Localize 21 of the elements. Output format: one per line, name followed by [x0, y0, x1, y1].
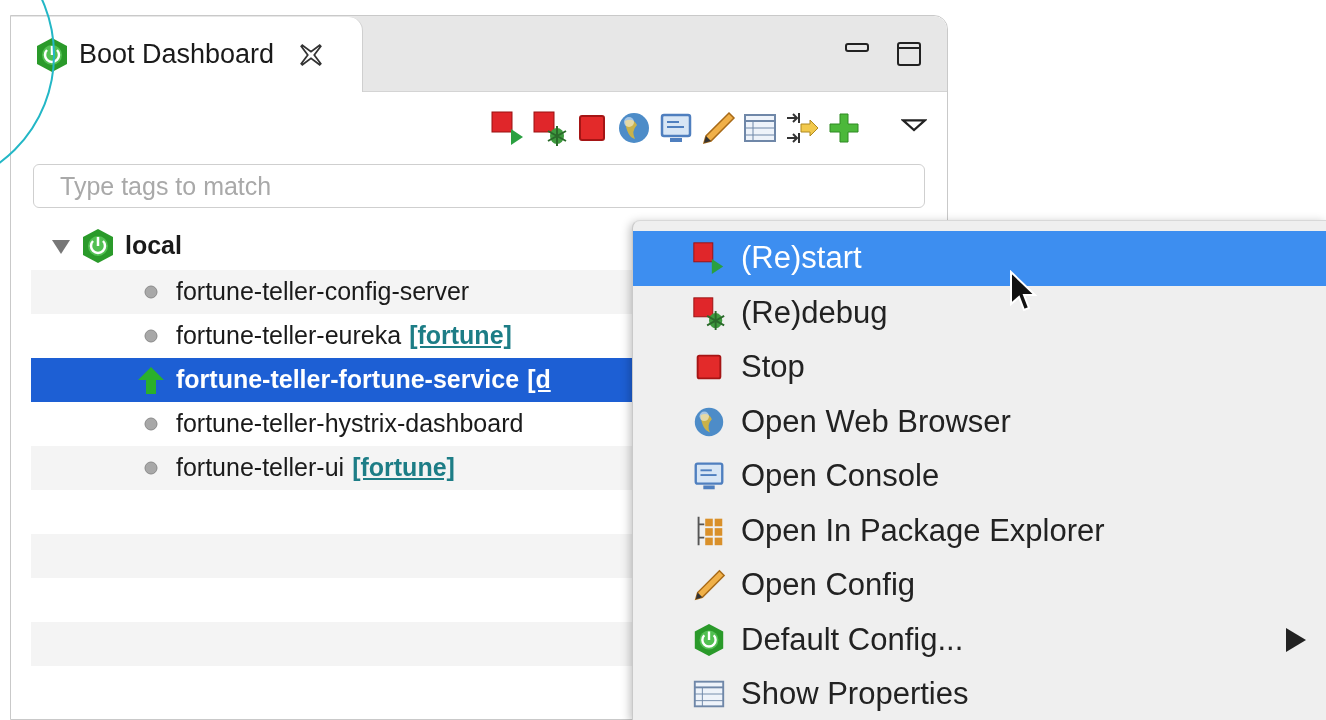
submenu-arrow-icon — [1284, 626, 1308, 653]
tag-link[interactable]: [d — [527, 361, 551, 399]
tag-link[interactable]: [fortune] — [409, 317, 512, 355]
tab-title: Boot Dashboard — [79, 38, 275, 72]
tree-node-label[interactable]: local — [125, 227, 182, 265]
tag-link[interactable]: [fortune] — [352, 449, 455, 487]
app-name: fortune-teller-hystrix-dashboard — [176, 408, 524, 440]
square-bug-icon — [691, 294, 727, 331]
view-tab[interactable]: Boot Dashboard — [11, 17, 363, 92]
menu-item[interactable]: Show Properties — [633, 667, 1326, 720]
app-name: fortune-teller-fortune-service — [176, 364, 520, 396]
square-bug-icon[interactable] — [531, 109, 569, 147]
search-field[interactable]: Type tags to match — [33, 164, 925, 208]
menu-item[interactable]: Open Config — [633, 558, 1326, 613]
app-name: fortune-teller-ui — [176, 452, 345, 484]
maximize-icon[interactable] — [895, 39, 923, 68]
close-icon[interactable] — [298, 41, 325, 68]
app-name: fortune-teller-config-server — [176, 276, 470, 308]
menu-item[interactable]: Default Config... — [633, 612, 1326, 667]
menu-item[interactable]: Open In Package Explorer — [633, 503, 1326, 558]
app-name: fortune-teller-eureka — [176, 320, 402, 352]
